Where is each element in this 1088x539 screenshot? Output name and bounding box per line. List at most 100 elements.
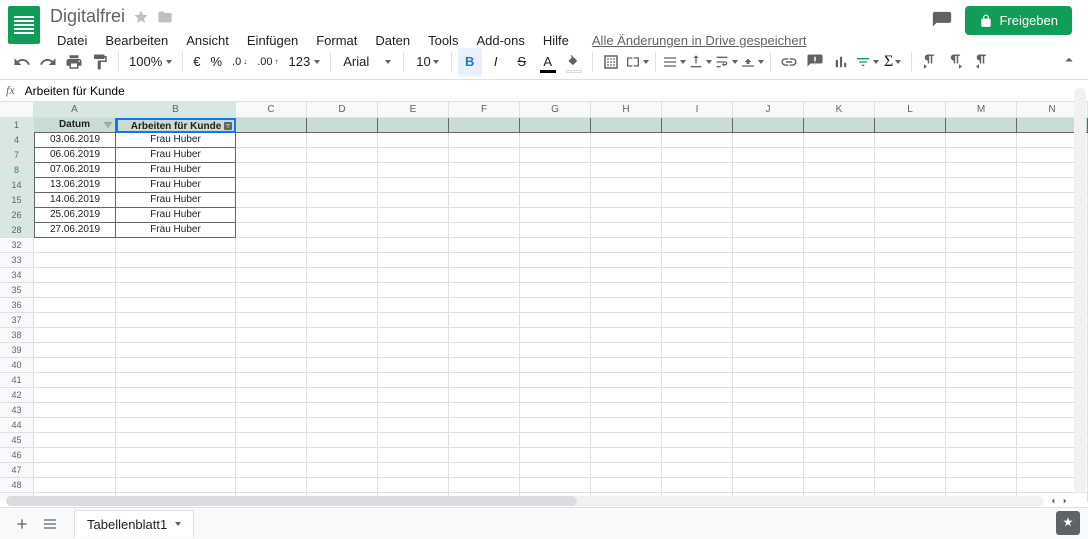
cell[interactable]: [662, 463, 733, 478]
cell[interactable]: [116, 328, 236, 343]
cell[interactable]: [378, 133, 449, 148]
cell[interactable]: [116, 463, 236, 478]
cell[interactable]: [733, 313, 804, 328]
cell[interactable]: [449, 298, 520, 313]
cell[interactable]: [875, 238, 946, 253]
col-header-L[interactable]: L: [875, 102, 946, 117]
cell[interactable]: [733, 373, 804, 388]
row-header[interactable]: 34: [0, 268, 34, 283]
fx-label[interactable]: fx: [6, 83, 15, 98]
cell[interactable]: [307, 238, 378, 253]
cell[interactable]: [307, 418, 378, 433]
cell[interactable]: [662, 178, 733, 193]
cell[interactable]: [946, 268, 1017, 283]
cell[interactable]: [116, 388, 236, 403]
cell[interactable]: [449, 373, 520, 388]
row-header[interactable]: 47: [0, 463, 34, 478]
cell[interactable]: Frau Huber: [116, 163, 236, 178]
cell[interactable]: [875, 418, 946, 433]
cell[interactable]: [116, 448, 236, 463]
cell[interactable]: [236, 178, 307, 193]
cell[interactable]: [236, 388, 307, 403]
cell[interactable]: [662, 343, 733, 358]
cell[interactable]: [116, 433, 236, 448]
cell[interactable]: [236, 478, 307, 493]
fill-color-button[interactable]: [562, 48, 586, 76]
vertical-scrollbar[interactable]: [1074, 88, 1086, 493]
cell[interactable]: [378, 373, 449, 388]
cell[interactable]: [34, 343, 116, 358]
cell[interactable]: [236, 283, 307, 298]
cell[interactable]: [378, 118, 449, 133]
cell[interactable]: [946, 373, 1017, 388]
cell[interactable]: [520, 163, 591, 178]
cell[interactable]: [804, 358, 875, 373]
row-header[interactable]: 7: [0, 148, 34, 163]
cell[interactable]: [662, 448, 733, 463]
cell[interactable]: [733, 298, 804, 313]
filter-icon[interactable]: [103, 120, 113, 130]
share-button[interactable]: Freigeben: [965, 6, 1072, 35]
cell[interactable]: [236, 298, 307, 313]
cell[interactable]: [520, 223, 591, 238]
cell[interactable]: [733, 208, 804, 223]
cell[interactable]: [875, 403, 946, 418]
col-header-I[interactable]: I: [662, 102, 733, 117]
cell[interactable]: [875, 448, 946, 463]
row-header[interactable]: 46: [0, 448, 34, 463]
cell[interactable]: [378, 223, 449, 238]
cell[interactable]: [520, 418, 591, 433]
zoom-select[interactable]: 100%: [125, 54, 176, 69]
currency-button[interactable]: €: [189, 54, 204, 69]
add-sheet-button[interactable]: [8, 510, 36, 538]
cell[interactable]: [116, 478, 236, 493]
cell[interactable]: [662, 418, 733, 433]
cell[interactable]: [307, 268, 378, 283]
cell[interactable]: [449, 328, 520, 343]
paint-format-button[interactable]: [88, 48, 112, 76]
cell[interactable]: [449, 148, 520, 163]
cell[interactable]: [875, 208, 946, 223]
cell[interactable]: [34, 463, 116, 478]
rotate-button[interactable]: [740, 48, 764, 76]
collapse-toolbar-button[interactable]: [1060, 51, 1078, 72]
row-header[interactable]: 38: [0, 328, 34, 343]
cell[interactable]: [946, 403, 1017, 418]
cell[interactable]: [236, 253, 307, 268]
cell[interactable]: [449, 268, 520, 283]
font-select[interactable]: Arial: [337, 54, 397, 69]
cell[interactable]: [449, 478, 520, 493]
cell[interactable]: [307, 343, 378, 358]
bold-button[interactable]: B: [458, 48, 482, 76]
cell[interactable]: [236, 223, 307, 238]
cell[interactable]: [804, 223, 875, 238]
row-header[interactable]: 14: [0, 178, 34, 193]
cell[interactable]: [804, 313, 875, 328]
cell[interactable]: [662, 403, 733, 418]
cell[interactable]: [946, 388, 1017, 403]
cell[interactable]: [946, 418, 1017, 433]
cell[interactable]: [520, 178, 591, 193]
cell[interactable]: [236, 448, 307, 463]
cell[interactable]: [449, 448, 520, 463]
cell[interactable]: [662, 163, 733, 178]
cell[interactable]: [662, 358, 733, 373]
cell[interactable]: Datum: [34, 118, 116, 133]
cell[interactable]: [662, 118, 733, 133]
cell[interactable]: [875, 388, 946, 403]
cell[interactable]: [449, 118, 520, 133]
cell[interactable]: [116, 268, 236, 283]
decrease-decimal-button[interactable]: .0↓: [228, 56, 251, 68]
cell[interactable]: [378, 358, 449, 373]
cell[interactable]: [34, 418, 116, 433]
cell[interactable]: [946, 178, 1017, 193]
cell[interactable]: [662, 133, 733, 148]
cell[interactable]: [520, 253, 591, 268]
cell[interactable]: [520, 268, 591, 283]
cell[interactable]: [733, 343, 804, 358]
cell[interactable]: [307, 373, 378, 388]
cell[interactable]: [378, 328, 449, 343]
star-icon[interactable]: [133, 9, 149, 25]
cell[interactable]: [34, 268, 116, 283]
cell[interactable]: [34, 358, 116, 373]
